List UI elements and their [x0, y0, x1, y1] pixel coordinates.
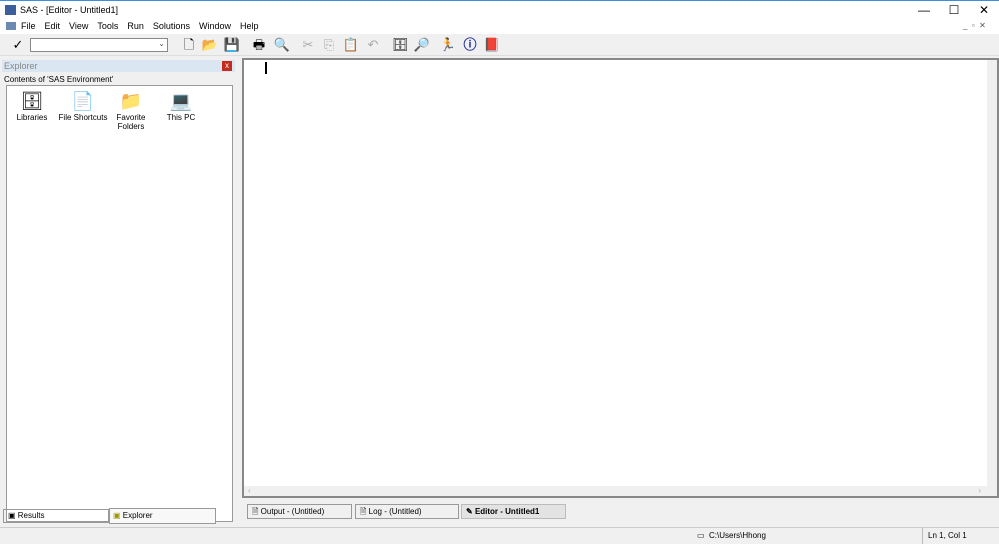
contents-label: Contents of 'SAS Environment'	[4, 75, 114, 84]
sas-app-icon	[5, 5, 16, 15]
open-icon[interactable]: 📂	[201, 36, 219, 54]
tab-label: Editor - Untitled1	[474, 507, 540, 516]
explorer-tab-icon: ▣	[113, 511, 123, 520]
tab-label: Results	[17, 511, 45, 520]
horizontal-scrollbar[interactable]: ‹ ›	[244, 486, 997, 496]
item-label: This PC	[166, 113, 196, 122]
menu-tools[interactable]: Tools	[97, 19, 118, 34]
file-shortcuts-icon: 📄	[71, 91, 95, 111]
menu-help[interactable]: Help	[240, 19, 259, 34]
paste-icon[interactable]: 📋	[342, 36, 360, 54]
output-icon: 🗎	[252, 507, 261, 516]
menu-bar: File Edit View Tools Run Solutions Window Help …	[0, 19, 999, 34]
run-icon[interactable]: 🏃	[439, 36, 457, 54]
new-icon[interactable]: 🗋	[180, 36, 198, 54]
tab-editor[interactable]: ✎ Editor - Untitled1	[461, 504, 566, 519]
drive-icon: ▭	[697, 531, 705, 540]
results-icon: ▣	[8, 511, 18, 520]
title-bar: SAS - [Editor - Untitled1] — ☐ ✕	[0, 0, 999, 19]
command-box[interactable]: ⌄	[30, 38, 168, 52]
item-file-shortcuts[interactable]: 📄 File Shortcuts	[57, 89, 109, 122]
menu-file[interactable]: File	[21, 19, 36, 34]
editor-window[interactable]: ‹ ›	[242, 58, 999, 498]
close-button[interactable]: ✕	[969, 1, 999, 20]
explorer-header: Explorer x	[2, 60, 235, 72]
tab-output[interactable]: 🗎 Output - (Untitled)	[247, 504, 352, 519]
this-pc-icon: 💻	[169, 91, 193, 111]
copy-icon[interactable]: ⎘	[320, 36, 338, 54]
toolbar: ✓ ⌄ 🗋 📂 💾 🖶 🔍 ✂ ⎘ 📋 ↶ 🗄 🔎 🏃 ⓘ 📕	[0, 34, 999, 56]
tab-explorer[interactable]: ▣ Explorer	[109, 508, 216, 524]
print-icon[interactable]: 🖶	[250, 36, 268, 54]
editor-icon: ✎	[466, 507, 475, 516]
tab-results[interactable]: ▣ Results	[3, 509, 109, 523]
favorite-folders-icon: 📁	[119, 91, 143, 111]
help-icon[interactable]: 📕	[483, 36, 501, 54]
tab-label: Explorer	[122, 511, 153, 520]
current-path[interactable]: C:\Users\Hhong	[709, 531, 766, 540]
document-icon[interactable]	[6, 22, 16, 30]
item-label: Libraries	[16, 113, 48, 122]
break-icon[interactable]: ⓘ	[461, 36, 479, 54]
cut-icon[interactable]: ✂	[299, 36, 317, 54]
explorer-panel: Explorer x Contents of 'SAS Environment' …	[0, 58, 237, 526]
libraries-icon: 🗄	[20, 91, 44, 111]
item-libraries[interactable]: 🗄 Libraries	[8, 89, 56, 122]
tab-log[interactable]: 🗎 Log - (Untitled)	[355, 504, 459, 519]
menu-view[interactable]: View	[69, 19, 88, 34]
minimize-button[interactable]: —	[909, 1, 939, 20]
item-label: Favorite Folders	[116, 113, 146, 131]
submit-check-button[interactable]: ✓	[9, 36, 27, 54]
item-label: File Shortcuts	[58, 113, 108, 122]
tab-label: Log - (Untitled)	[368, 507, 422, 516]
cursor-position: Ln 1, Col 1	[928, 531, 967, 540]
menu-window[interactable]: Window	[199, 19, 231, 34]
status-bar: ▭ C:\Users\Hhong Ln 1, Col 1	[0, 527, 999, 544]
explorer-icon[interactable]: 🔎	[413, 36, 431, 54]
menu-edit[interactable]: Edit	[45, 19, 61, 34]
chevron-down-icon[interactable]: ⌄	[158, 39, 165, 48]
item-this-pc[interactable]: 💻 This PC	[157, 89, 205, 122]
menu-solutions[interactable]: Solutions	[153, 19, 190, 34]
tab-label: Output - (Untitled)	[260, 507, 325, 516]
window-title: SAS - [Editor - Untitled1]	[20, 5, 119, 15]
menu-run[interactable]: Run	[127, 19, 144, 34]
explorer-close-button[interactable]: x	[222, 61, 232, 71]
vertical-scrollbar[interactable]	[987, 60, 997, 488]
save-icon[interactable]: 💾	[223, 36, 241, 54]
log-icon: 🗎	[360, 507, 369, 516]
explorer-list: 🗄 Libraries 📄 File Shortcuts 📁 Favorite Fol…	[6, 85, 233, 522]
mdi-controls[interactable]: _ ▫ ✕	[963, 21, 986, 30]
explorer-title: Explorer	[4, 61, 38, 71]
new-library-icon[interactable]: 🗄	[391, 36, 409, 54]
item-favorite-folders[interactable]: 📁 Favorite Folders	[108, 89, 154, 131]
text-caret	[265, 62, 267, 74]
undo-icon[interactable]: ↶	[364, 36, 382, 54]
maximize-button[interactable]: ☐	[939, 1, 969, 20]
print-preview-icon[interactable]: 🔍	[273, 36, 291, 54]
